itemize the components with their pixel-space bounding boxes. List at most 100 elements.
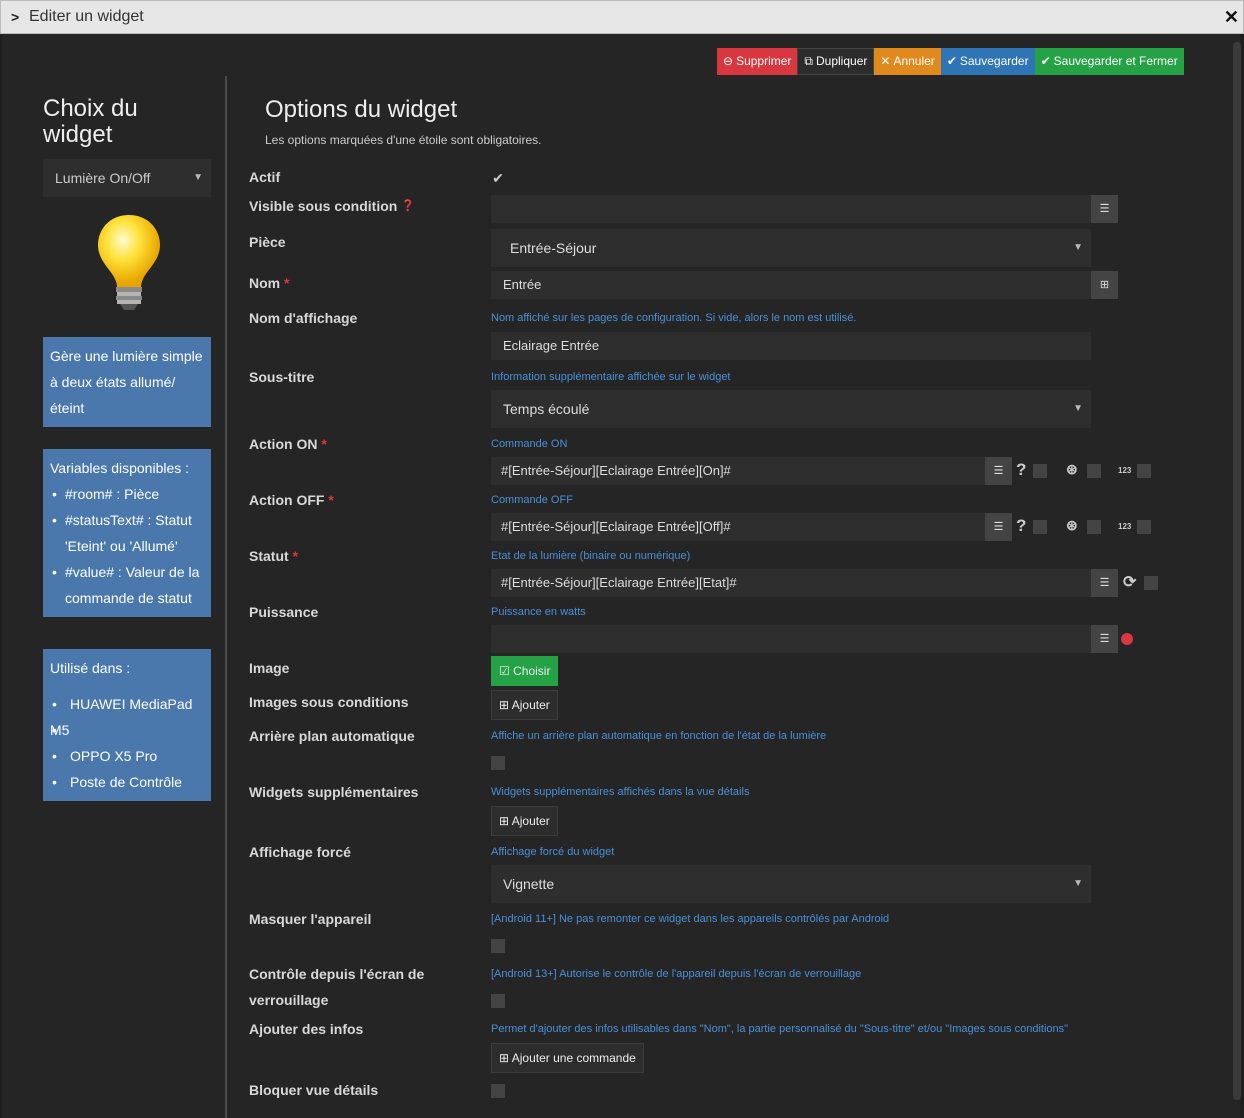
add-extra-widget-button[interactable]: ⊞ Ajouter (491, 806, 558, 836)
widget-choice-title: Choix du widget (43, 96, 211, 148)
help-ajouter-infos: Permet d'ajouter des infos utilisables d… (491, 1023, 1069, 1035)
piece-value: Entrée-Séjour (510, 240, 597, 256)
statut-refresh-checkbox[interactable] (1144, 576, 1158, 590)
action-off-input[interactable]: #[Entrée-Séjour][Eclairage Entrée][Off]# (491, 513, 985, 541)
affichage-force-value: Vignette (503, 876, 555, 892)
label-actif: Actif (249, 169, 281, 185)
help-action-on: Commande ON (491, 438, 568, 450)
add-image-condition-button[interactable]: ⊞ Ajouter (491, 690, 558, 720)
remove-circle-icon[interactable] (1121, 633, 1133, 645)
duplicate-button[interactable]: ⧉ Dupliquer (797, 48, 875, 75)
window-titlebar: > Editer un widget ✕ (0, 0, 1244, 34)
help-action-off: Commande OFF (491, 494, 573, 506)
label-image: Image (249, 660, 290, 676)
label-images-cond: Images sous conditions (249, 694, 409, 710)
help-widgets-supp: Widgets supplémentaires affichés dans la… (491, 786, 750, 798)
fingerprint-icon: ⊛ (1066, 517, 1078, 533)
cancel-label: Annuler (893, 54, 935, 68)
caret-down-icon: ▼ (1073, 878, 1083, 889)
choose-image-button[interactable]: ☑ Choisir (491, 656, 559, 686)
variable-item: #room# : Pièce (50, 481, 204, 507)
statut-input[interactable]: #[Entrée-Séjour][Eclairage Entrée][Etat]… (491, 569, 1091, 597)
minus-circle-icon: ⊖ (723, 54, 734, 68)
list-icon[interactable]: ☰ (985, 513, 1012, 541)
window-title: Editer un widget (29, 8, 144, 25)
add-label: Ajouter (511, 814, 550, 828)
help-affichage-force: Affichage forcé du widget (491, 846, 615, 858)
used-in-box: Utilisé dans : HUAWEI MediaPad M5 OPPO X… (43, 649, 211, 801)
cancel-button[interactable]: ✕ Annuler (874, 48, 941, 75)
copy-icon: ⧉ (804, 54, 813, 68)
action-on-secure-checkbox[interactable] (1087, 464, 1101, 478)
puissance-input[interactable] (491, 625, 1091, 653)
help-masquer: [Android 11+] Ne pas remonter ce widget … (491, 913, 890, 925)
scrollbar[interactable] (1233, 42, 1241, 1100)
piece-select[interactable]: Entrée-Séjour ▼ (491, 229, 1091, 267)
action-off-pin-checkbox[interactable] (1137, 520, 1151, 534)
label-puissance: Puissance (249, 604, 319, 620)
caret-down-icon: ▼ (193, 172, 203, 183)
list-icon[interactable]: ☰ (1091, 625, 1118, 653)
nom-input[interactable]: Entrée (491, 271, 1091, 299)
chevron-right-icon[interactable]: > (11, 9, 21, 25)
action-on-confirm-checkbox[interactable] (1033, 464, 1047, 478)
description-line: éteint (50, 400, 85, 416)
check-circle-icon: ✔ (946, 54, 957, 68)
refresh-icon[interactable]: ⟳ (1123, 572, 1136, 592)
times-icon: ✕ (880, 54, 891, 68)
save-label: Sauvegarder (959, 54, 1029, 68)
visible-condition-input[interactable] (491, 195, 1091, 223)
used-in-item: OPPO X5 Pro (50, 743, 204, 769)
action-off-confirm-checkbox[interactable] (1033, 520, 1047, 534)
plus-square-icon: ⊞ (499, 698, 510, 712)
column-divider (225, 76, 227, 1118)
widget-choice-title-line1: Choix du (43, 95, 138, 122)
action-on-pin-checkbox[interactable] (1137, 464, 1151, 478)
sous-titre-select[interactable]: Temps écoulé ▼ (491, 390, 1091, 428)
label-controle: Contrôle depuis l'écran de verrouillage (249, 966, 425, 1008)
label-sous-titre: Sous-titre (249, 369, 315, 385)
action-off-secure-checkbox[interactable] (1087, 520, 1101, 534)
label-nom: Nom * (249, 275, 290, 291)
label-action-on: Action ON * (249, 436, 327, 452)
label-action-off: Action OFF * (249, 492, 334, 508)
save-close-button[interactable]: ✔ Sauvegarder et Fermer (1034, 48, 1184, 75)
label-widgets-supp: Widgets supplémentaires (249, 784, 419, 800)
widget-type-select[interactable]: Lumière On/Off ▼ (43, 159, 211, 197)
action-on-input[interactable]: #[Entrée-Séjour][Eclairage Entrée][On]# (491, 457, 985, 485)
plus-square-icon: ⊞ (499, 814, 510, 828)
list-icon[interactable]: ☰ (985, 457, 1012, 485)
question-icon: ? (1016, 460, 1027, 479)
choose-label: Choisir (513, 664, 551, 678)
plus-square-icon: ⊞ (499, 1051, 510, 1065)
add-command-button[interactable]: ⊞ Ajouter une commande (491, 1043, 644, 1073)
list-icon[interactable]: ☰ (1091, 195, 1118, 223)
help-arriere-plan: Affiche un arrière plan automatique en f… (491, 730, 827, 742)
nom-affichage-input[interactable]: Eclairage Entrée (491, 332, 1091, 360)
label-nom-affichage: Nom d'affichage (249, 310, 358, 326)
list-icon[interactable]: ☰ (1091, 569, 1118, 597)
toolbar: ⊖ Supprimer ⧉ Dupliquer ✕ Annuler ✔ Sauv… (717, 48, 1184, 75)
check-circle-icon: ✔ (1040, 54, 1051, 68)
caret-down-icon: ▼ (1073, 242, 1083, 253)
delete-button[interactable]: ⊖ Supprimer (717, 48, 798, 75)
save-button[interactable]: ✔ Sauvegarder (940, 48, 1035, 75)
bloquer-checkbox[interactable] (491, 1084, 505, 1098)
arriere-plan-checkbox[interactable] (491, 756, 505, 770)
description-line: à deux états allumé/ (50, 374, 176, 390)
question-circle-icon[interactable]: ❓ (401, 200, 415, 212)
close-icon[interactable]: ✕ (1224, 7, 1239, 28)
help-puissance: Puissance en watts (491, 606, 586, 618)
variables-title: Variables disponibles : (50, 460, 190, 476)
affichage-force-select[interactable]: Vignette ▼ (491, 865, 1091, 903)
used-in-item: M5 (50, 717, 204, 743)
actif-checkbox[interactable]: ✔ (491, 171, 505, 185)
delete-label: Supprimer (736, 54, 792, 68)
widget-type-value: Lumière On/Off (55, 170, 151, 186)
label-statut: Statut * (249, 548, 299, 564)
widget-description-box: Gère une lumière simple à deux états all… (43, 337, 211, 427)
plus-square-icon[interactable]: ⊞ (1091, 271, 1118, 299)
caret-down-icon: ▼ (1073, 403, 1083, 414)
masquer-checkbox[interactable] (491, 939, 505, 953)
controle-checkbox[interactable] (491, 994, 505, 1008)
